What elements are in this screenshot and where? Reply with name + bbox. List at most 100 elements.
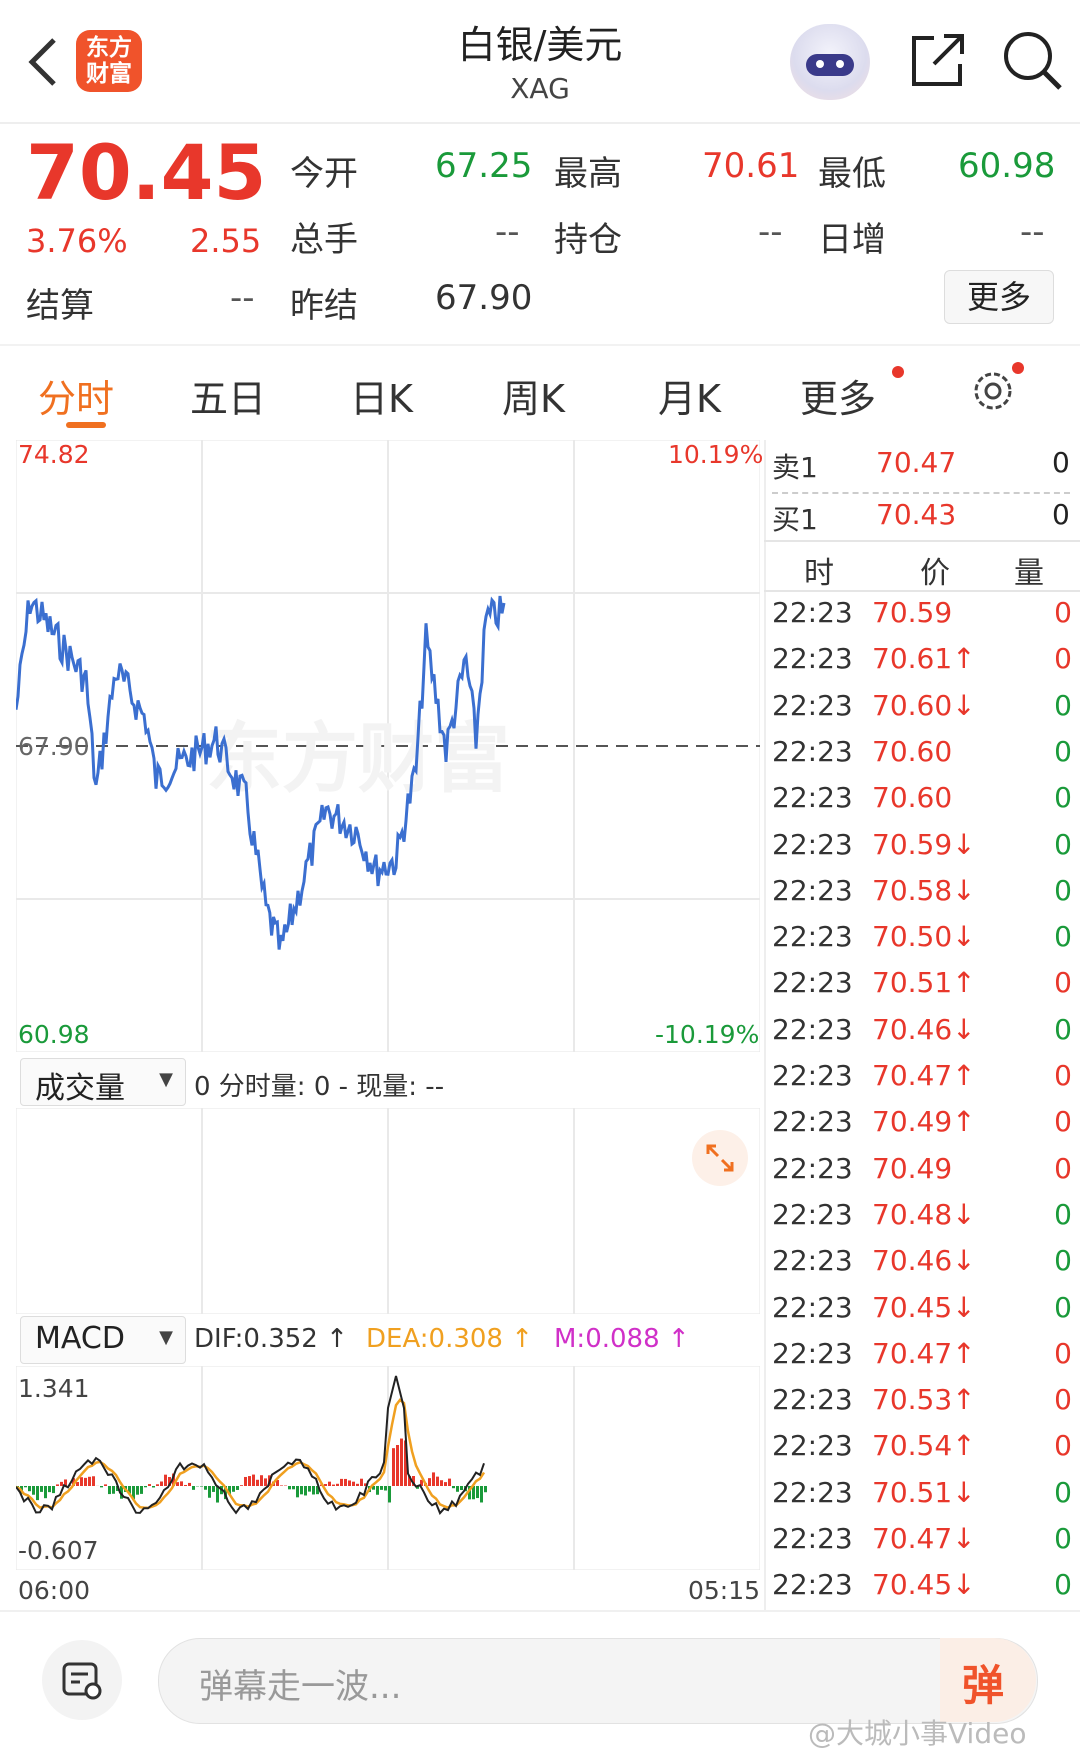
macd-bar [304,1486,307,1495]
macd-bar [400,1439,403,1486]
price-chart[interactable]: 东方财富 [16,440,760,1052]
trade-volume: 0 [1054,1429,1072,1462]
macd-bar [280,1485,283,1486]
trade-row: 22:2370.45↓0 [772,1291,1072,1337]
macd-bar [232,1486,235,1492]
low-value: 60.98 [958,146,1055,186]
trade-row: 22:2370.590 [772,596,1072,642]
trade-price: 70.51↓ [872,1476,976,1509]
trades-header-price: 价 [920,548,950,592]
macd-bar [440,1480,443,1486]
macd-bar [208,1486,211,1498]
macd-bar [476,1486,479,1498]
trade-row: 22:2370.600 [772,735,1072,781]
macd-bar [52,1486,55,1493]
divider [764,540,1080,542]
trade-time: 22:23 [772,1383,853,1416]
sell-label: 卖1 [772,446,818,486]
macd-bar [112,1486,115,1494]
macd-selector-label: MACD [35,1321,125,1356]
trade-price: 70.60 [872,735,952,768]
macd-bar [264,1478,267,1486]
trade-price: 70.49 [872,1152,952,1185]
macd-bar [176,1482,179,1486]
trade-price: 70.48↓ [872,1198,976,1231]
sell-volume: 0 [1052,446,1070,479]
macd-bar [260,1475,263,1486]
search-icon[interactable] [1000,28,1064,92]
trade-price: 70.50↓ [872,920,976,953]
prev-settle-value: 67.90 [435,278,532,318]
macd-bar [76,1482,79,1486]
user-watermark: @大城小事Video [808,1712,1026,1752]
trade-time: 22:23 [772,874,853,907]
trade-time: 22:23 [772,1244,853,1277]
trade-time: 22:23 [772,642,853,675]
macd-bar [348,1480,351,1486]
trade-volume: 0 [1054,596,1072,629]
volume-selector[interactable]: 成交量 ▼ [20,1058,186,1106]
header: 东方财富 白银/美元 XAG [0,0,1080,124]
open-interest-label: 持仓 [554,212,622,261]
macd-axis-top: 1.341 [18,1374,90,1403]
tab-day-k[interactable]: 日K [350,368,413,423]
share-icon[interactable] [908,30,968,90]
trade-price: 70.60 [872,781,952,814]
trade-price: 70.47↓ [872,1522,976,1555]
trade-row: 22:2370.54↑0 [772,1429,1072,1475]
macd-selector[interactable]: MACD ▼ [20,1316,186,1364]
trade-price: 70.59↓ [872,828,976,861]
expand-icon[interactable] [692,1130,748,1186]
daily-increase-value: -- [1020,212,1045,252]
macd-bar [428,1478,431,1486]
trade-time: 22:23 [772,1568,853,1601]
macd-axis-bottom: -0.607 [18,1536,99,1565]
macd-bar [236,1486,239,1490]
trade-row: 22:2370.600 [772,781,1072,827]
avatar[interactable] [790,24,870,100]
volume-value: -- [495,212,520,252]
trade-volume: 0 [1054,874,1072,907]
trade-time: 22:23 [772,1059,853,1092]
danmu-settings-icon[interactable] [42,1640,122,1720]
trade-price: 70.61↑ [872,642,976,675]
dropdown-arrow-icon: ▼ [159,1069,173,1090]
change-percent: 3.76% [26,222,128,260]
trade-price: 70.60↓ [872,689,976,722]
macd-bar [48,1486,51,1492]
trade-time: 22:23 [772,596,853,629]
tab-five-day[interactable]: 五日 [190,368,266,423]
buy-price: 70.43 [876,498,956,531]
trade-time: 22:23 [772,1522,853,1555]
macd-bar [28,1486,31,1491]
more-quote-button[interactable]: 更多 [944,270,1054,324]
trade-price: 70.47↑ [872,1337,976,1370]
trade-row: 22:2370.490 [772,1152,1072,1198]
tab-intraday[interactable]: 分时 [38,368,114,423]
macd-bar [36,1486,39,1500]
macd-bar [360,1479,363,1486]
high-value: 70.61 [702,146,799,186]
macd-bar [388,1486,391,1502]
macd-bar [376,1486,379,1495]
macd-bar [188,1483,191,1486]
trade-time: 22:23 [772,1013,853,1046]
trade-volume: 0 [1054,1383,1072,1416]
axis-bottom-percent: -10.19% [655,1020,759,1049]
danmu-send-button[interactable]: 弹 [940,1638,1036,1722]
trade-price: 70.45↓ [872,1291,976,1324]
macd-bar [92,1476,95,1486]
tab-month-k[interactable]: 月K [658,368,721,423]
tab-more[interactable]: 更多 [800,368,876,423]
macd-bar [80,1477,83,1486]
trade-row: 22:2370.51↓0 [772,1476,1072,1522]
macd-bar [44,1486,47,1498]
buy-volume: 0 [1052,498,1070,531]
macd-bar [100,1486,103,1487]
settings-gear-icon[interactable] [970,368,1016,414]
trade-time: 22:23 [772,1105,853,1138]
macd-bar [448,1479,451,1486]
tab-week-k[interactable]: 周K [502,368,565,423]
trade-row: 22:2370.46↓0 [772,1013,1072,1059]
volume-chart [16,1108,760,1314]
